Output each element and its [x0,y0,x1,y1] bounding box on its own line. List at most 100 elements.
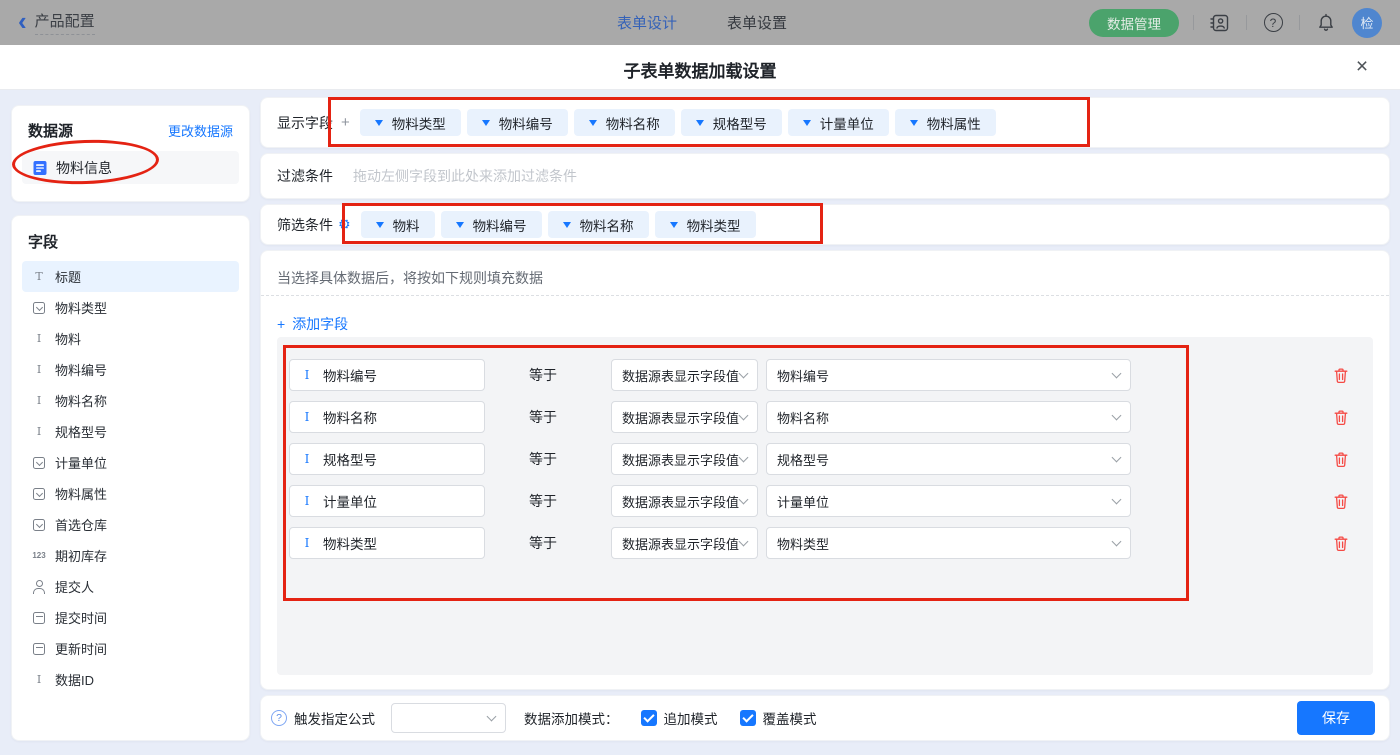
text-field-icon: I [36,425,42,438]
field-item[interactable]: I 物料 [22,323,239,354]
topbar-tabs: 表单设计 表单设置 [617,0,787,45]
display-field-tag[interactable]: 物料名称 [573,109,675,136]
page: ‹ 产品配置 表单设计 表单设置 数据管理 ? 检 子表单数据加载设置 × 数据… [0,0,1400,755]
add-display-field-icon[interactable]: + [341,114,350,131]
field-item[interactable]: 物料类型 [22,292,239,323]
field-name-input[interactable]: I 计量单位 [289,485,485,517]
mapping-row: I 物料类型 等于 数据源表显示字段值 物料类型 [277,527,1373,559]
field-item[interactable]: 物料属性 [22,478,239,509]
avatar[interactable]: 检 [1352,7,1382,38]
help-icon[interactable]: ? [271,710,287,726]
field-name-input[interactable]: I 物料类型 [289,527,485,559]
source-field-select[interactable]: 规格型号 [766,443,1131,475]
divider [1246,15,1247,30]
help-button[interactable]: ? [1261,11,1285,35]
number-field-icon: 123 [32,551,46,560]
source-type-select[interactable]: 数据源表显示字段值 [611,443,758,475]
checkbox-checked-icon [640,710,657,726]
field-item[interactable]: 提交人 [22,571,239,602]
formula-select[interactable] [391,703,506,733]
operator-label: 等于 [529,367,557,383]
add-field-link[interactable]: + 添加字段 [277,314,348,334]
tab-form-design[interactable]: 表单设计 [617,12,677,33]
source-field-select[interactable]: 物料名称 [766,401,1131,433]
screening-field-tag[interactable]: 物料 [360,211,435,238]
change-datasource-link[interactable]: 更改数据源 [168,121,233,140]
delete-row-button[interactable] [1333,450,1351,468]
checkbox-label: 追加模式 [663,712,718,727]
modal-header: 子表单数据加载设置 × [0,45,1400,90]
field-item-label: 标题 [55,270,82,285]
display-field-tag[interactable]: 物料属性 [894,109,996,136]
source-type-select[interactable]: 数据源表显示字段值 [611,527,758,559]
display-field-tag[interactable]: 计量单位 [787,109,889,136]
delete-row-button[interactable] [1333,408,1351,426]
field-item-label: 物料名称 [55,394,108,409]
text-field-icon: I [304,368,310,382]
delete-row-button[interactable] [1333,366,1351,384]
field-item[interactable]: I 数据ID [22,664,239,695]
select-field-icon [32,487,46,500]
datasource-item[interactable]: 物料信息 [22,151,239,184]
close-button[interactable]: × [1348,53,1376,81]
filter-label: 过滤条件 [277,168,333,184]
field-item[interactable]: 123 期初库存 [22,540,239,571]
back-button[interactable]: ‹ 产品配置 [18,8,95,35]
source-type-select[interactable]: 数据源表显示字段值 [611,359,758,391]
display-field-tag[interactable]: 物料编号 [466,109,568,136]
field-item[interactable]: 计量单位 [22,447,239,478]
trash-icon [1334,493,1348,509]
field-item[interactable]: I 物料名称 [22,385,239,416]
topbar: ‹ 产品配置 表单设计 表单设置 数据管理 ? 检 [0,0,1400,45]
text-field-icon: I [304,410,310,424]
select-field-icon [32,518,46,531]
person-field-icon [32,580,46,594]
source-type-select[interactable]: 数据源表显示字段值 [611,401,758,433]
field-name-input[interactable]: I 物料名称 [289,401,485,433]
bell-icon [1319,13,1333,31]
gear-icon[interactable]: ⚙ [338,217,351,233]
source-field-select[interactable]: 计量单位 [766,485,1131,517]
delete-row-button[interactable] [1333,534,1351,552]
field-item[interactable]: 更新时间 [22,633,239,664]
field-item-title[interactable]: T 标题 [22,261,239,292]
filter-dropzone[interactable]: 拖动左侧字段到此处来添加过滤条件 [353,166,577,186]
chevron-down-icon [738,494,749,505]
address-book-button[interactable] [1208,11,1232,35]
chevron-down-icon [738,410,749,421]
caret-down-icon [481,119,490,126]
address-book-icon [1210,14,1229,31]
mapping-row: I 物料名称 等于 数据源表显示字段值 物料名称 [277,401,1373,433]
display-field-tag[interactable]: 物料类型 [359,109,461,136]
source-field-select[interactable]: 物料编号 [766,359,1131,391]
screening-field-tag[interactable]: 物料名称 [547,211,649,238]
overwrite-mode-checkbox[interactable]: 覆盖模式 [739,708,817,728]
screening-field-tag[interactable]: 物料编号 [440,211,542,238]
source-field-select[interactable]: 物料类型 [766,527,1131,559]
datasource-panel: 数据源 更改数据源 物料信息 [11,105,250,202]
trash-icon [1334,409,1348,425]
display-field-tags: 物料类型 物料编号 物料名称 规格型号 计量单位 物料属性 [359,109,996,136]
notification-button[interactable] [1314,11,1338,35]
save-button[interactable]: 保存 [1297,701,1375,735]
tab-form-settings[interactable]: 表单设置 [727,12,787,33]
field-item[interactable]: 提交时间 [22,602,239,633]
mapping-row: I 规格型号 等于 数据源表显示字段值 规格型号 [277,443,1373,475]
chevron-down-icon [738,368,749,379]
field-item[interactable]: 首选仓库 [22,509,239,540]
field-name-input[interactable]: I 物料编号 [289,359,485,391]
delete-row-button[interactable] [1333,492,1351,510]
chevron-down-icon [1111,368,1122,379]
formula-label: 触发指定公式 [294,712,375,727]
display-field-tag[interactable]: 规格型号 [680,109,782,136]
data-manage-button[interactable]: 数据管理 [1089,8,1179,37]
field-item[interactable]: I 物料编号 [22,354,239,385]
datasource-item-label: 物料信息 [56,159,112,176]
screening-field-tag[interactable]: 物料类型 [654,211,756,238]
append-mode-checkbox[interactable]: 追加模式 [640,708,718,728]
operator-label: 等于 [529,493,557,509]
select-field-icon [32,301,46,314]
source-type-select[interactable]: 数据源表显示字段值 [611,485,758,517]
field-item[interactable]: I 规格型号 [22,416,239,447]
field-name-input[interactable]: I 规格型号 [289,443,485,475]
